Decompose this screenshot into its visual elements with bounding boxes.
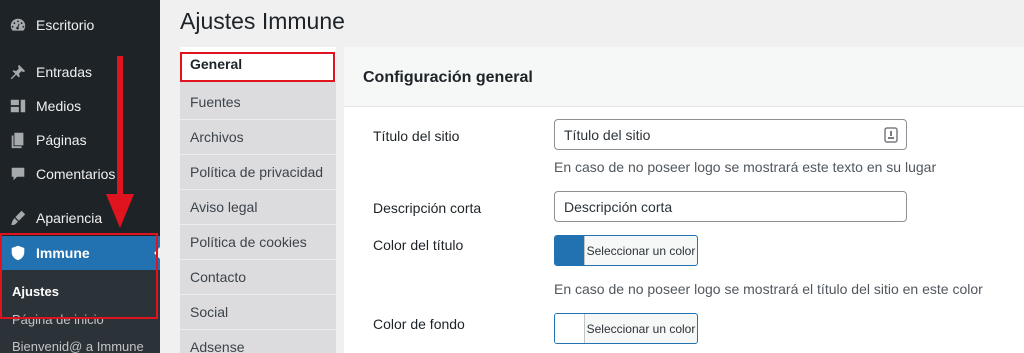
- section-header: Configuración general: [344, 47, 1024, 107]
- sidebar-item-paginas[interactable]: Páginas: [0, 123, 160, 157]
- short-description-input[interactable]: Descripción corta: [554, 191, 907, 222]
- sidebar-item-apariencia[interactable]: Apariencia: [0, 201, 160, 235]
- site-title-label: Título del sitio: [373, 128, 460, 144]
- background-color-picker-button[interactable]: Seleccionar un color: [554, 313, 698, 344]
- pages-icon: [0, 131, 36, 149]
- background-color-label: Color de fondo: [373, 316, 465, 332]
- tab-adsense[interactable]: Adsense: [180, 330, 336, 353]
- annotation-arrow-icon: [106, 56, 134, 228]
- tab-social[interactable]: Social: [180, 295, 336, 330]
- sidebar-item-medios[interactable]: Medios: [0, 89, 160, 123]
- section-title: Configuración general: [363, 69, 533, 86]
- sidebar-item-label: Páginas: [36, 132, 87, 148]
- annotation-highlight-general: [180, 52, 335, 82]
- tab-politica-de-privacidad[interactable]: Política de privacidad: [180, 155, 336, 190]
- background-color-button-label: Seleccionar un color: [586, 321, 696, 336]
- background-color-swatch: [555, 314, 585, 343]
- page-title: Ajustes Immune: [180, 8, 345, 34]
- appearance-icon: [0, 209, 36, 227]
- dashboard-icon: [0, 16, 36, 34]
- pin-icon: [0, 63, 36, 81]
- tab-fuentes[interactable]: Fuentes: [180, 85, 336, 120]
- site-title-value: Título del sitio: [564, 126, 651, 143]
- media-icon: [0, 97, 36, 115]
- sidebar-item-entradas[interactable]: Entradas: [0, 55, 160, 89]
- title-color-picker-button[interactable]: Seleccionar un color: [554, 235, 698, 266]
- site-title-help: En caso de no poseer logo se mostrará es…: [554, 159, 937, 175]
- sidebar-item-label: Entradas: [36, 64, 93, 80]
- sidebar-item-label: Apariencia: [36, 210, 103, 226]
- title-color-swatch: [555, 236, 585, 265]
- site-title-input[interactable]: Título del sitio: [554, 119, 907, 150]
- annotation-highlight-immune: [0, 233, 158, 319]
- short-description-value: Descripción corta: [564, 198, 673, 215]
- tab-politica-de-cookies[interactable]: Política de cookies: [180, 225, 336, 260]
- title-color-button-label: Seleccionar un color: [586, 243, 696, 258]
- password-manager-icon[interactable]: [884, 127, 898, 143]
- submenu-item-bienvenida[interactable]: Bienvenid@ a Immune: [12, 339, 144, 353]
- tab-archivos[interactable]: Archivos: [180, 120, 336, 155]
- sidebar-item-label: Escritorio: [36, 17, 95, 33]
- sidebar-item-label: Comentarios: [36, 166, 116, 182]
- settings-tabs: General Fuentes Archivos Política de pri…: [180, 47, 336, 353]
- sidebar-item-escritorio[interactable]: Escritorio: [0, 8, 160, 42]
- tab-contacto[interactable]: Contacto: [180, 260, 336, 295]
- comments-icon: [0, 165, 36, 183]
- title-color-help: En caso de no poseer logo se mostrará el…: [554, 281, 983, 297]
- title-color-label: Color del título: [373, 237, 464, 253]
- tab-aviso-legal[interactable]: Aviso legal: [180, 190, 336, 225]
- settings-panel: Configuración general Título del sitio T…: [344, 47, 1024, 353]
- sidebar-item-label: Medios: [36, 98, 82, 114]
- short-description-label: Descripción corta: [373, 200, 482, 216]
- sidebar-item-comentarios[interactable]: Comentarios: [0, 157, 160, 191]
